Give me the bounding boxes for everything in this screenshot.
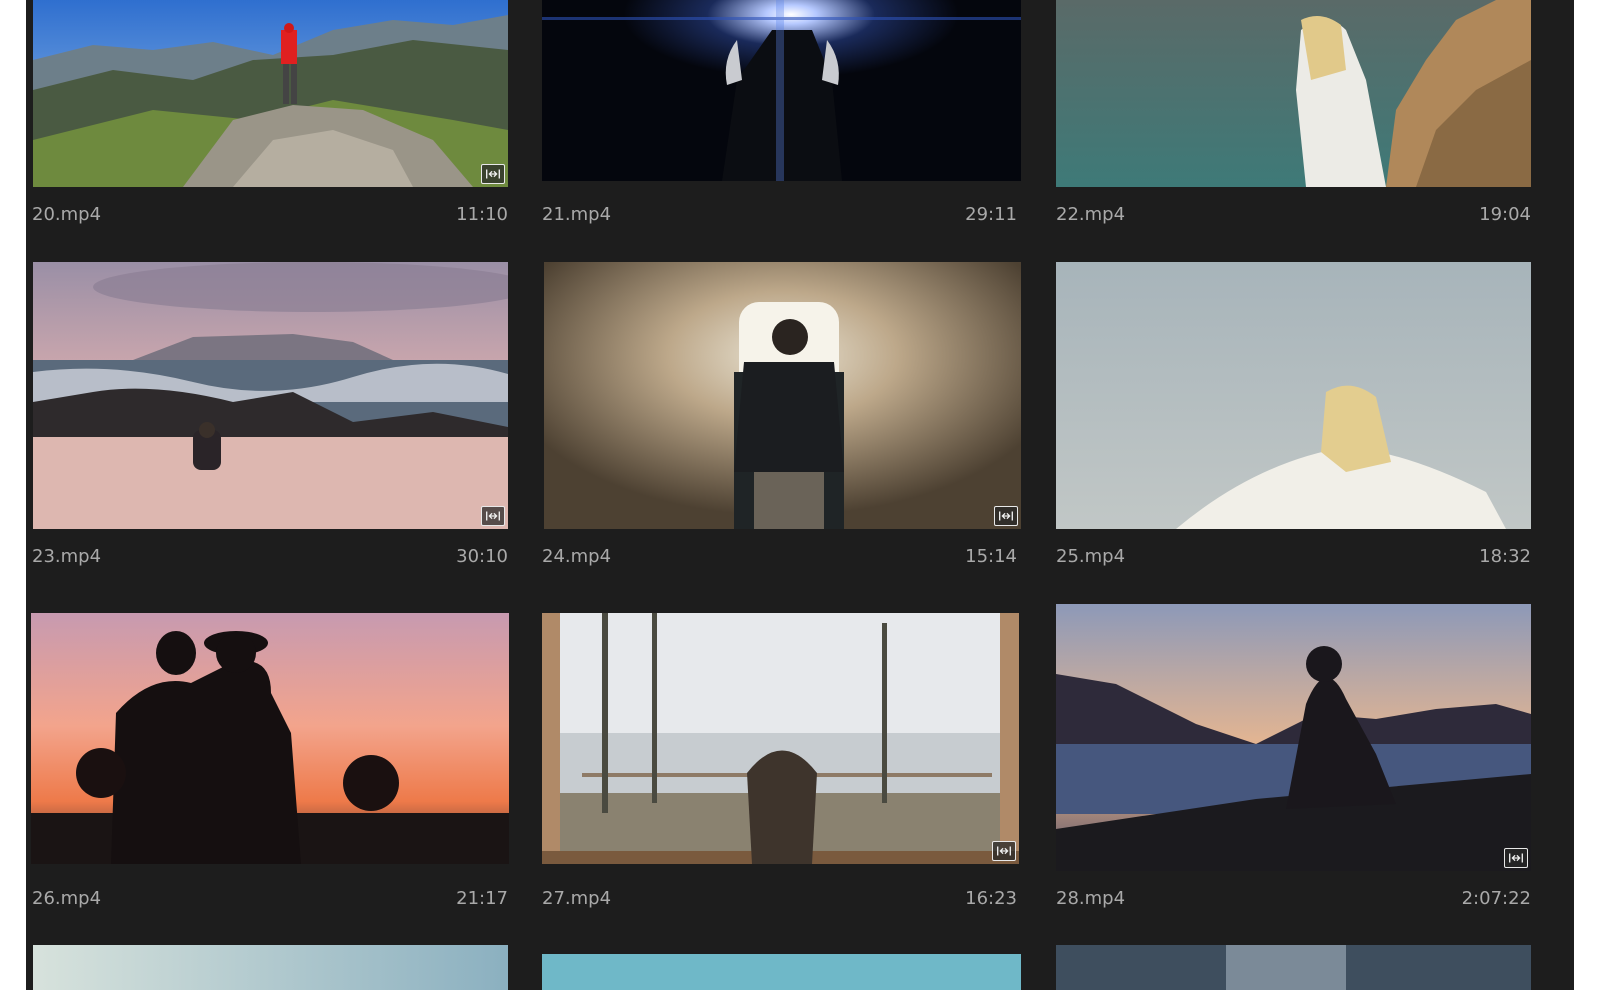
clip-tile-22[interactable]: 22.mp4 19:04 bbox=[1056, 0, 1546, 240]
clip-badge-icon bbox=[994, 506, 1018, 526]
clip-tile-24[interactable]: 24.mp4 15:14 bbox=[542, 262, 1032, 582]
clip-tile-31[interactable] bbox=[1056, 945, 1546, 990]
clip-filename: 26.mp4 bbox=[32, 888, 102, 909]
clip-duration: 18:32 bbox=[1479, 546, 1531, 567]
clip-tile-23[interactable]: 23.mp4 30:10 bbox=[26, 262, 516, 582]
clip-thumbnail-25[interactable] bbox=[1056, 262, 1531, 529]
clip-tile-27[interactable]: 27.mp4 16:23 bbox=[542, 604, 1032, 924]
clip-badge-icon bbox=[992, 841, 1016, 861]
clip-tile-30[interactable] bbox=[542, 954, 1032, 990]
clip-tile-28[interactable]: 28.mp4 2:07:22 bbox=[1056, 604, 1546, 924]
clip-thumbnail-24[interactable] bbox=[544, 262, 1021, 529]
clip-tile-26[interactable]: 26.mp4 21:17 bbox=[26, 604, 516, 924]
clip-thumbnail-21[interactable] bbox=[542, 0, 1021, 181]
media-browser-grid: 20.mp4 11:10 21.mp4 29:11 22.mp4 19:04 2… bbox=[26, 0, 1574, 990]
clip-badge-icon bbox=[481, 164, 505, 184]
clip-filename: 21.mp4 bbox=[542, 204, 612, 225]
clip-thumbnail-29[interactable] bbox=[33, 945, 508, 990]
clip-filename: 25.mp4 bbox=[1056, 546, 1126, 567]
clip-thumbnail-20[interactable] bbox=[33, 0, 508, 187]
clip-tile-21[interactable]: 21.mp4 29:11 bbox=[542, 0, 1032, 240]
clip-duration: 11:10 bbox=[456, 204, 508, 225]
clip-filename: 23.mp4 bbox=[32, 546, 102, 567]
clip-duration: 19:04 bbox=[1479, 204, 1531, 225]
clip-thumbnail-30[interactable] bbox=[542, 954, 1021, 990]
clip-thumbnail-23[interactable] bbox=[33, 262, 508, 529]
clip-badge-icon bbox=[481, 506, 505, 526]
clip-filename: 20.mp4 bbox=[32, 204, 102, 225]
clip-thumbnail-26[interactable] bbox=[31, 613, 509, 864]
clip-filename: 24.mp4 bbox=[542, 546, 612, 567]
clip-tile-25[interactable]: 25.mp4 18:32 bbox=[1056, 262, 1546, 582]
clip-duration: 29:11 bbox=[965, 204, 1017, 225]
clip-filename: 27.mp4 bbox=[542, 888, 612, 909]
clip-filename: 28.mp4 bbox=[1056, 888, 1126, 909]
clip-badge-icon bbox=[1504, 848, 1528, 868]
clip-duration: 21:17 bbox=[456, 888, 508, 909]
clip-filename: 22.mp4 bbox=[1056, 204, 1126, 225]
clip-tile-29[interactable] bbox=[26, 945, 516, 990]
clip-thumbnail-31[interactable] bbox=[1056, 945, 1531, 990]
clip-duration: 2:07:22 bbox=[1461, 888, 1531, 909]
clip-thumbnail-22[interactable] bbox=[1056, 0, 1531, 187]
clip-duration: 16:23 bbox=[965, 888, 1017, 909]
clip-tile-20[interactable]: 20.mp4 11:10 bbox=[26, 0, 516, 240]
clip-duration: 30:10 bbox=[456, 546, 508, 567]
clip-thumbnail-28[interactable] bbox=[1056, 604, 1531, 871]
clip-duration: 15:14 bbox=[965, 546, 1017, 567]
clip-thumbnail-27[interactable] bbox=[542, 613, 1019, 864]
